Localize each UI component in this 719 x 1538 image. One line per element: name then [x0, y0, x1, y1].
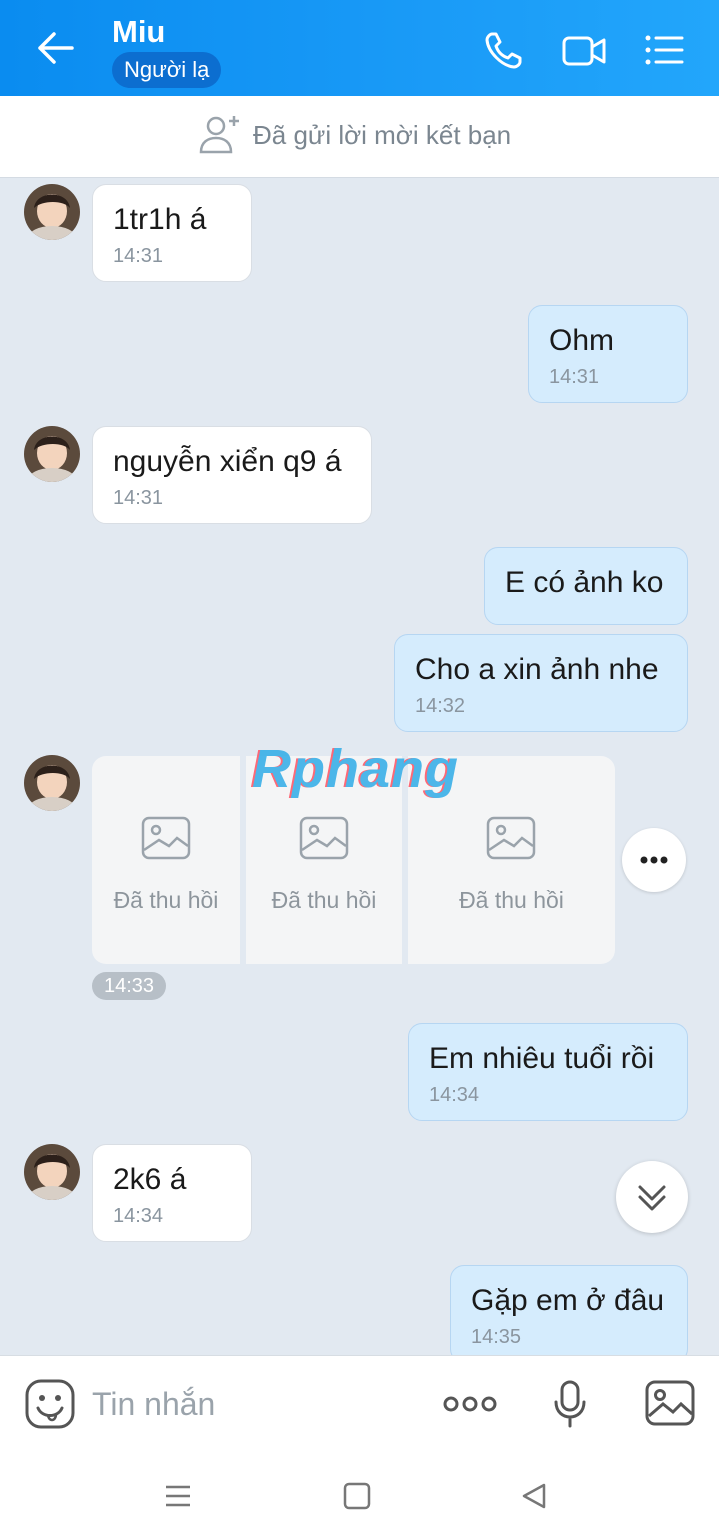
- recalled-label: Đã thu hồi: [459, 887, 564, 913]
- message-composer: [0, 1355, 719, 1453]
- gallery-icon[interactable]: [645, 1380, 695, 1426]
- message-time: 14:35: [471, 1326, 522, 1348]
- message-time: 14:34: [429, 1084, 480, 1106]
- phone-icon[interactable]: [482, 28, 526, 72]
- incoming-message-bubble[interactable]: 1tr1h á 14:31: [92, 184, 252, 282]
- incoming-message-bubble[interactable]: 2k6 á 14:34: [92, 1144, 252, 1242]
- message-time: 14:31: [113, 487, 164, 509]
- message-time: 14:31: [113, 245, 164, 267]
- scroll-to-bottom-button[interactable]: [616, 1161, 688, 1233]
- recent-apps-icon[interactable]: [163, 1481, 193, 1511]
- recalled-time: 14:33: [92, 972, 167, 1000]
- more-options-button[interactable]: [622, 828, 686, 892]
- outgoing-message-bubble[interactable]: Ohm 14:31: [528, 305, 688, 403]
- message-time: 14:32: [415, 695, 466, 717]
- message-time: 14:31: [549, 366, 600, 388]
- incoming-message-bubble[interactable]: nguyễn xiển q9 á 14:31: [92, 426, 372, 524]
- recalled-label: Đã thu hồi: [271, 887, 377, 913]
- outgoing-message-bubble[interactable]: Gặp em ở đâu 14:35: [450, 1265, 688, 1355]
- add-friend-icon: [198, 114, 244, 154]
- menu-list-icon[interactable]: [642, 28, 686, 72]
- avatar[interactable]: [24, 184, 80, 240]
- image-placeholder-icon: [299, 816, 349, 860]
- home-icon[interactable]: [342, 1481, 372, 1511]
- chat-messages[interactable]: 1tr1h á 14:31 Ohm 14:31 nguyễn xiển q9 á…: [0, 178, 719, 1355]
- outgoing-message-bubble[interactable]: Cho a xin ảnh nhe 14:32: [394, 634, 688, 732]
- system-navigation-bar: [0, 1453, 719, 1538]
- double-chevron-down-icon: [638, 1185, 666, 1211]
- message-time: 14:34: [113, 1205, 164, 1227]
- stranger-badge: Người lạ: [112, 52, 222, 88]
- message-text: Ohm: [549, 324, 615, 357]
- message-text: 2k6 á: [113, 1163, 187, 1196]
- sticker-icon[interactable]: [24, 1378, 76, 1430]
- microphone-icon[interactable]: [554, 1380, 586, 1428]
- image-placeholder-icon: [486, 816, 536, 860]
- avatar[interactable]: [24, 426, 80, 482]
- nav-back-icon[interactable]: [519, 1481, 549, 1511]
- more-dots-icon: [640, 856, 668, 864]
- message-text: Cho a xin ảnh nhe: [415, 653, 659, 686]
- chat-header: Miu Người lạ: [0, 0, 719, 96]
- more-actions-icon[interactable]: [443, 1390, 497, 1418]
- message-text: E có ảnh ko: [505, 566, 664, 599]
- message-text: Em nhiêu tuổi rồi: [429, 1042, 655, 1075]
- outgoing-message-bubble[interactable]: Em nhiêu tuổi rồi 14:34: [408, 1023, 688, 1121]
- avatar[interactable]: [24, 1144, 80, 1200]
- watermark-logo: Rphang: [252, 739, 459, 799]
- outgoing-message-bubble[interactable]: E có ảnh ko: [484, 547, 688, 625]
- friend-request-text: Đã gửi lời mời kết bạn: [253, 120, 512, 150]
- back-arrow-icon[interactable]: [28, 26, 84, 70]
- video-call-icon[interactable]: [562, 28, 606, 72]
- friend-request-bar: Đã gửi lời mời kết bạn: [0, 96, 719, 178]
- message-text: 1tr1h á: [113, 203, 207, 236]
- image-placeholder-icon: [141, 816, 191, 860]
- message-text: nguyễn xiển q9 á: [113, 445, 342, 478]
- avatar[interactable]: [24, 755, 80, 811]
- message-input[interactable]: [92, 1384, 392, 1424]
- recalled-label: Đã thu hồi: [113, 887, 219, 913]
- recalled-photo[interactable]: Đã thu hồi: [92, 756, 240, 964]
- contact-name[interactable]: Miu: [112, 14, 165, 50]
- message-text: Gặp em ở đâu: [471, 1284, 665, 1317]
